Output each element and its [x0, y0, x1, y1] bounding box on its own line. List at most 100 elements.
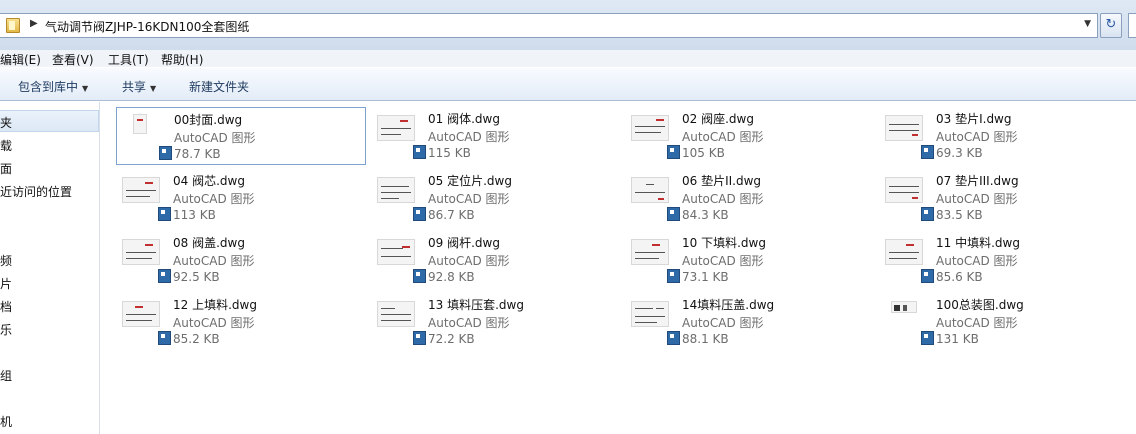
file-name: 10 下填料.dwg — [682, 236, 766, 250]
address-path[interactable]: 气动调节阀ZJHP-16KDN100全套图纸 — [45, 18, 249, 35]
file-name: 13 填料压套.dwg — [428, 298, 524, 312]
file-name: 06 垫片II.dwg — [682, 174, 762, 188]
menu-view[interactable]: 查看(V) — [52, 51, 94, 68]
file-list: 00封面.dwg AutoCAD 图形 78.7 KB 01 阀体.dwg Au… — [101, 102, 1136, 434]
address-dropdown-icon[interactable]: ▼ — [1084, 19, 1091, 29]
autocad-badge-icon — [158, 331, 171, 345]
file-type: AutoCAD 图形 — [428, 254, 510, 268]
file-tile[interactable]: 08 阀盖.dwg AutoCAD 图形 92.5 KB — [116, 231, 366, 289]
file-tile[interactable]: 14填料压盖.dwg AutoCAD 图形 88.1 KB — [625, 293, 875, 351]
search-input[interactable] — [1128, 13, 1136, 38]
menu-edit[interactable]: 编辑(E) — [0, 51, 41, 68]
nav-item-homegroup[interactable]: 组 — [0, 364, 99, 386]
file-tile[interactable]: 04 阀芯.dwg AutoCAD 图形 113 KB — [116, 169, 366, 227]
file-type: AutoCAD 图形 — [682, 316, 764, 330]
menu-bar: 编辑(E) 查看(V) 工具(T) 帮助(H) — [0, 50, 1136, 67]
file-type: AutoCAD 图形 — [173, 316, 255, 330]
include-library-label: 包含到库中 — [18, 80, 79, 94]
file-tile[interactable]: 10 下填料.dwg AutoCAD 图形 73.1 KB — [625, 231, 875, 289]
file-size: 85.6 KB — [936, 270, 983, 284]
file-size: 105 KB — [682, 146, 725, 160]
share-button[interactable]: 共享 ▼ — [122, 78, 156, 95]
dwg-thumbnail-icon — [375, 233, 426, 285]
navigation-pane: 夹 载 面 近访问的位置 频 片 档 乐 组 机 — [0, 102, 100, 434]
file-tile[interactable]: 11 中填料.dwg AutoCAD 图形 85.6 KB — [879, 231, 1129, 289]
nav-item-videos[interactable]: 频 — [0, 249, 99, 271]
file-size: 113 KB — [173, 208, 216, 222]
nav-item-downloads[interactable]: 载 — [0, 134, 99, 156]
file-name: 07 垫片III.dwg — [936, 174, 1019, 188]
file-tile[interactable]: 05 定位片.dwg AutoCAD 图形 86.7 KB — [371, 169, 621, 227]
nav-item-documents[interactable]: 档 — [0, 295, 99, 317]
autocad-badge-icon — [921, 145, 934, 159]
file-tile[interactable]: 03 垫片I.dwg AutoCAD 图形 69.3 KB — [879, 107, 1129, 165]
autocad-badge-icon — [921, 269, 934, 283]
dwg-thumbnail-icon — [883, 171, 934, 223]
file-type: AutoCAD 图形 — [428, 316, 510, 330]
file-type: AutoCAD 图形 — [936, 316, 1018, 330]
menu-tools[interactable]: 工具(T) — [108, 51, 149, 68]
file-type: AutoCAD 图形 — [936, 192, 1018, 206]
nav-item-desktop[interactable]: 面 — [0, 157, 99, 179]
dwg-thumbnail-icon — [120, 171, 171, 223]
file-name: 11 中填料.dwg — [936, 236, 1020, 250]
file-size: 86.7 KB — [428, 208, 475, 222]
file-name: 08 阀盖.dwg — [173, 236, 245, 250]
breadcrumb-chevron-icon[interactable]: ▶ — [30, 18, 38, 29]
refresh-icon: ↻ — [1105, 17, 1117, 32]
address-bar-row: ▶ 气动调节阀ZJHP-16KDN100全套图纸 ▼ ↻ — [0, 0, 1136, 50]
autocad-badge-icon — [413, 331, 426, 345]
dwg-thumbnail-icon — [629, 233, 680, 285]
chevron-down-icon: ▼ — [150, 84, 157, 93]
file-tile[interactable]: 12 上填料.dwg AutoCAD 图形 85.2 KB — [116, 293, 366, 351]
include-library-button[interactable]: 包含到库中 ▼ — [18, 78, 88, 95]
refresh-button[interactable]: ↻ — [1100, 13, 1122, 38]
file-size: 88.1 KB — [682, 332, 729, 346]
file-name: 14填料压盖.dwg — [682, 298, 775, 312]
file-size: 85.2 KB — [173, 332, 220, 346]
file-type: AutoCAD 图形 — [428, 130, 510, 144]
file-name: 09 阀杆.dwg — [428, 236, 500, 250]
file-tile[interactable]: 01 阀体.dwg AutoCAD 图形 115 KB — [371, 107, 621, 165]
file-tile[interactable]: 09 阀杆.dwg AutoCAD 图形 92.8 KB — [371, 231, 621, 289]
file-name: 05 定位片.dwg — [428, 174, 512, 188]
dwg-thumbnail-icon — [883, 295, 934, 347]
file-type: AutoCAD 图形 — [173, 192, 255, 206]
nav-item-pictures[interactable]: 片 — [0, 272, 99, 294]
autocad-badge-icon — [921, 331, 934, 345]
address-bar[interactable]: ▶ 气动调节阀ZJHP-16KDN100全套图纸 ▼ — [0, 13, 1098, 38]
menu-help[interactable]: 帮助(H) — [161, 51, 203, 68]
dwg-thumbnail-icon — [120, 295, 171, 347]
file-size: 83.5 KB — [936, 208, 983, 222]
nav-item-favorites[interactable]: 夹 — [0, 110, 99, 132]
autocad-badge-icon — [413, 207, 426, 221]
file-size: 131 KB — [936, 332, 979, 346]
file-size: 92.5 KB — [173, 270, 220, 284]
dwg-thumbnail-icon — [121, 110, 172, 162]
file-size: 92.8 KB — [428, 270, 475, 284]
command-bar: 包含到库中 ▼ 共享 ▼ 新建文件夹 — [0, 67, 1136, 101]
file-tile[interactable]: 07 垫片III.dwg AutoCAD 图形 83.5 KB — [879, 169, 1129, 227]
file-name: 01 阀体.dwg — [428, 112, 500, 126]
file-type: AutoCAD 图形 — [936, 254, 1018, 268]
autocad-badge-icon — [413, 269, 426, 283]
share-label: 共享 — [122, 80, 147, 94]
dwg-thumbnail-icon — [883, 109, 934, 161]
file-tile[interactable]: 02 阀座.dwg AutoCAD 图形 105 KB — [625, 107, 875, 165]
file-type: AutoCAD 图形 — [428, 192, 510, 206]
file-tile[interactable]: 00封面.dwg AutoCAD 图形 78.7 KB — [116, 107, 366, 165]
file-tile[interactable]: 06 垫片II.dwg AutoCAD 图形 84.3 KB — [625, 169, 875, 227]
file-name: 03 垫片I.dwg — [936, 112, 1012, 126]
autocad-badge-icon — [667, 269, 680, 283]
file-name: 02 阀座.dwg — [682, 112, 754, 126]
file-tile[interactable]: 13 填料压套.dwg AutoCAD 图形 72.2 KB — [371, 293, 621, 351]
dwg-thumbnail-icon — [375, 109, 426, 161]
folder-icon — [6, 18, 20, 33]
file-type: AutoCAD 图形 — [173, 254, 255, 268]
nav-item-computer[interactable]: 机 — [0, 410, 99, 432]
autocad-badge-icon — [413, 145, 426, 159]
nav-item-music[interactable]: 乐 — [0, 318, 99, 340]
new-folder-button[interactable]: 新建文件夹 — [189, 78, 249, 95]
nav-item-recent-places[interactable]: 近访问的位置 — [0, 180, 99, 202]
file-tile[interactable]: 100总装图.dwg AutoCAD 图形 131 KB — [879, 293, 1129, 351]
